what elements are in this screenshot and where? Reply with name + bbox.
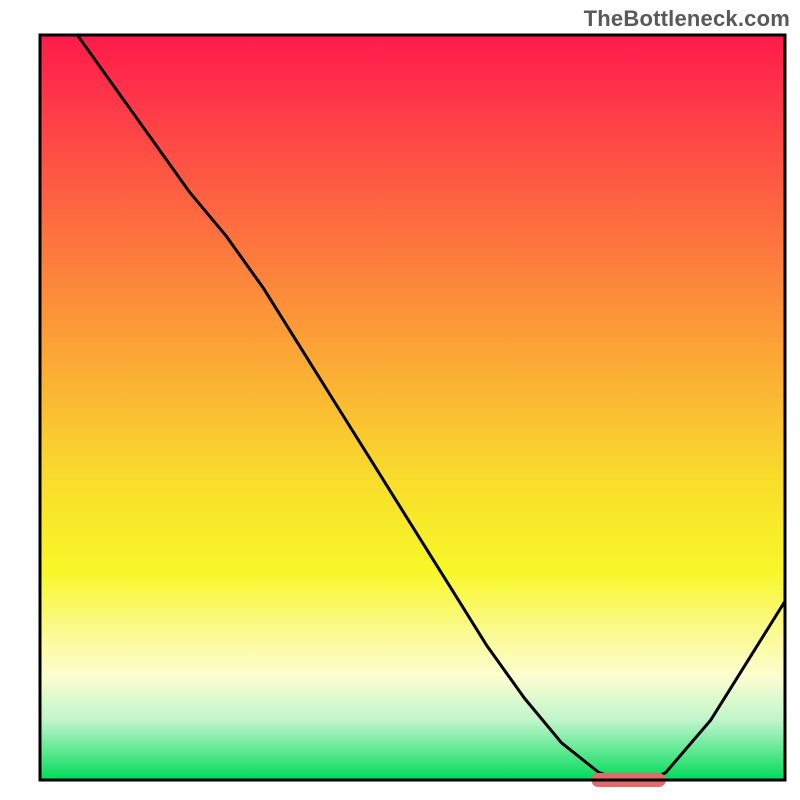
chart-svg [0,0,800,800]
bottleneck-chart: TheBottleneck.com [0,0,800,800]
attribution-label: TheBottleneck.com [584,6,790,32]
